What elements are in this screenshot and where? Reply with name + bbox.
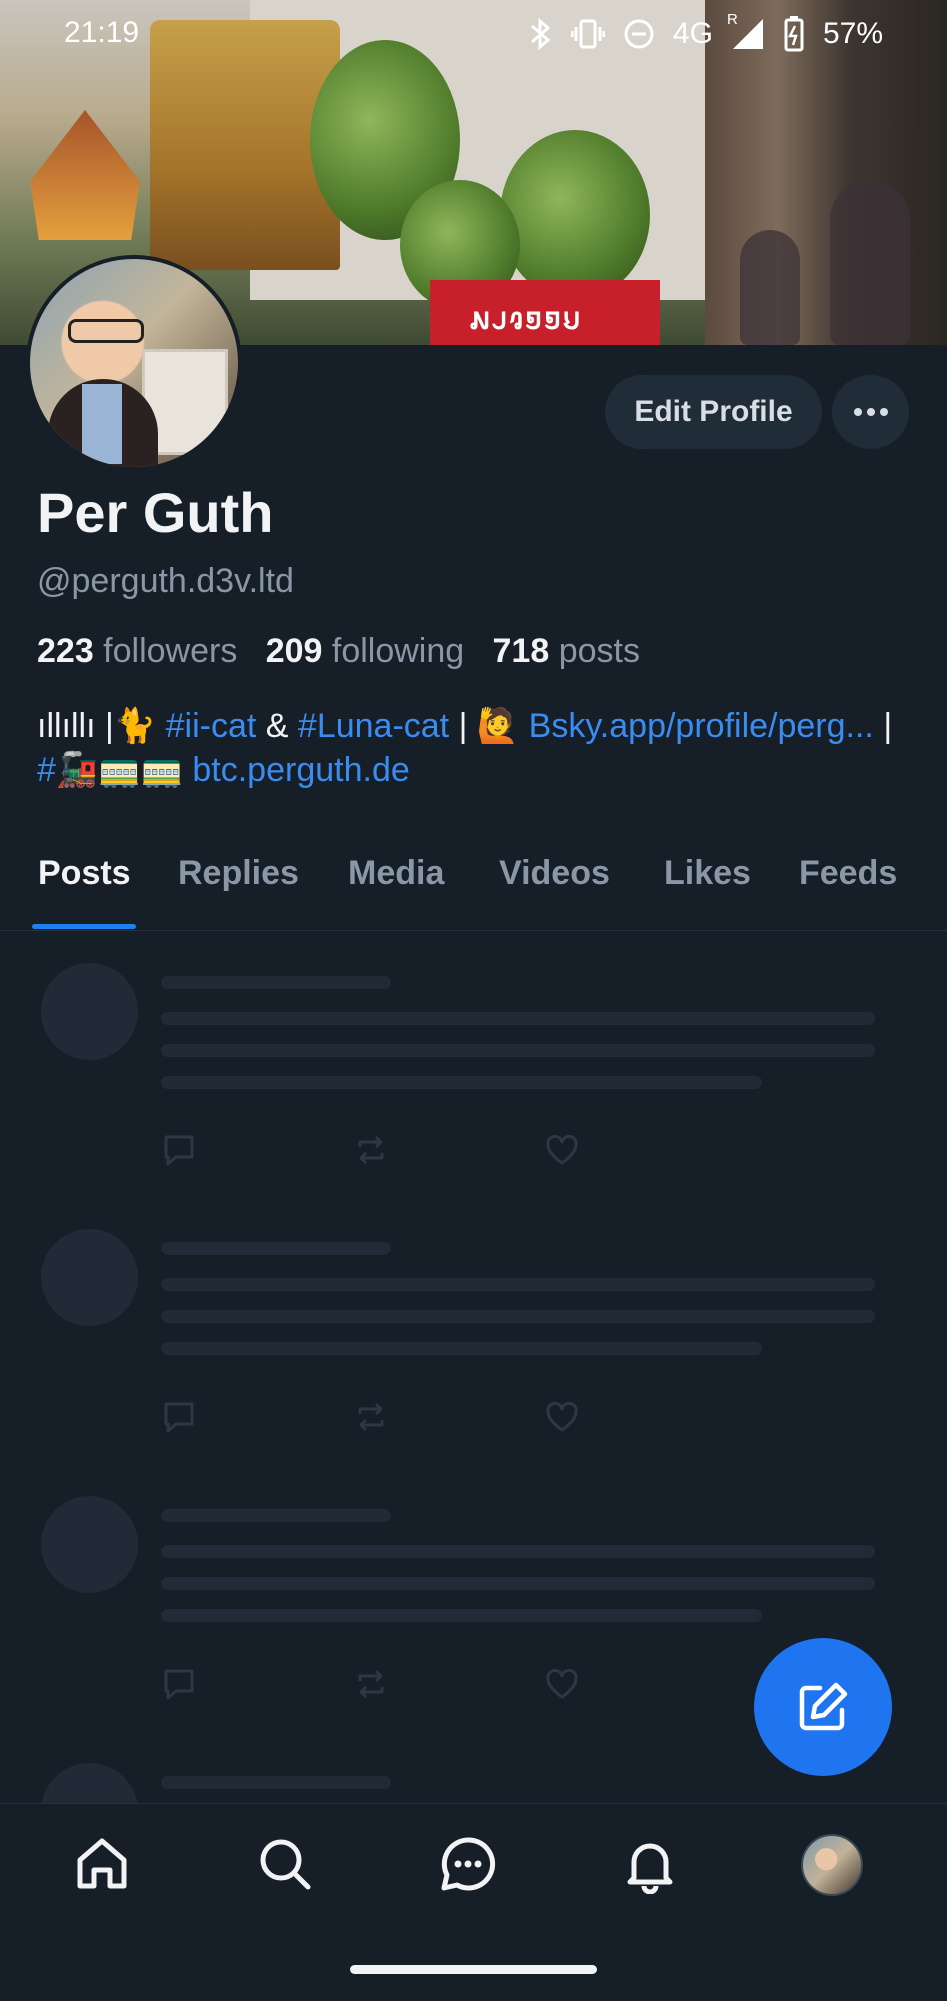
- tab-videos[interactable]: Videos: [499, 854, 610, 893]
- display-name: Per Guth: [37, 481, 274, 544]
- banner-sign: ทางออก: [430, 280, 660, 345]
- posts-count: 718: [492, 632, 550, 670]
- skeleton-avatar: [41, 1763, 138, 1803]
- followers-link[interactable]: 223 followers: [37, 632, 237, 670]
- following-link[interactable]: 209 following: [266, 632, 464, 670]
- bio-link-btc[interactable]: btc.perguth.de: [192, 751, 409, 789]
- bio-text: |: [873, 707, 893, 745]
- heart-icon: [546, 1668, 578, 1699]
- tab-feeds[interactable]: Feeds: [799, 854, 897, 893]
- edit-profile-button[interactable]: Edit Profile: [605, 375, 822, 449]
- tab-media[interactable]: Media: [348, 854, 444, 893]
- post-skeleton: [0, 1228, 947, 1496]
- profile-avatar[interactable]: [26, 255, 242, 471]
- skeleton-line: [161, 1342, 762, 1355]
- home-indicator[interactable]: [350, 1965, 597, 1974]
- skeleton-avatar: [41, 1496, 138, 1593]
- status-bar: 21:19 4G R 57%: [0, 0, 947, 66]
- bio-text: &: [256, 707, 298, 745]
- skeleton-line: [161, 1609, 762, 1622]
- followers-count: 223: [37, 632, 94, 670]
- battery-icon: [784, 16, 804, 52]
- bio-text: | 🙋: [449, 707, 529, 745]
- heart-icon: [546, 1401, 578, 1432]
- tab-replies[interactable]: Replies: [178, 854, 299, 893]
- signal-icon: R: [727, 11, 765, 51]
- following-count: 209: [265, 632, 323, 670]
- do-not-disturb-icon: [624, 19, 654, 49]
- bluetooth-icon: [530, 17, 551, 51]
- profile-tabs: Posts Replies Media Videos Likes Feeds: [0, 820, 947, 931]
- more-options-button[interactable]: [832, 375, 909, 449]
- skeleton-line: [161, 976, 391, 989]
- more-horizontal-icon: [853, 408, 888, 416]
- roaming-indicator: R: [726, 11, 738, 28]
- compose-button[interactable]: [754, 1638, 892, 1776]
- vibrate-icon: [570, 19, 605, 49]
- repost-icon: [358, 1669, 384, 1699]
- skeleton-avatar: [41, 1229, 138, 1326]
- network-type: 4G: [672, 17, 713, 50]
- bio-text: ıllıllı |🐈: [37, 707, 166, 745]
- skeleton-line: [161, 1545, 875, 1558]
- status-time: 21:19: [64, 16, 140, 49]
- battery-level: 57%: [822, 17, 883, 50]
- skeleton-line: [161, 1242, 391, 1255]
- following-label: following: [322, 632, 465, 670]
- active-tab-indicator: [32, 924, 136, 929]
- profile-bio: ıllıllı |🐈 #ii-cat & #Luna-cat | 🙋 Bsky.…: [37, 704, 917, 792]
- nav-profile-avatar[interactable]: [801, 1834, 863, 1896]
- skeleton-line: [161, 1509, 391, 1522]
- search-icon[interactable]: [255, 1834, 315, 1894]
- chat-icon[interactable]: [438, 1834, 498, 1894]
- skeleton-line: [161, 1044, 875, 1057]
- tab-likes[interactable]: Likes: [664, 854, 751, 893]
- post-skeleton: [0, 960, 947, 1228]
- skeleton-line: [161, 1776, 391, 1789]
- bio-hashtag-train[interactable]: #🚂🚃🚃: [37, 751, 183, 789]
- skeleton-line: [161, 1076, 762, 1089]
- skeleton-line: [161, 1278, 875, 1291]
- bio-link-bsky-profile[interactable]: Bsky.app/profile/perg...: [529, 707, 874, 745]
- skeleton-line: [161, 1577, 875, 1590]
- reply-icon: [164, 1402, 194, 1433]
- tab-posts[interactable]: Posts: [38, 854, 131, 893]
- heart-icon: [546, 1134, 578, 1165]
- bio-hashtag-luna-cat[interactable]: #Luna-cat: [298, 707, 449, 745]
- bell-icon[interactable]: [620, 1834, 680, 1894]
- reply-icon: [164, 1669, 194, 1700]
- followers-label: followers: [93, 632, 238, 670]
- repost-icon: [358, 1402, 384, 1432]
- profile-stats: 223 followers 209 following 718 posts: [37, 632, 640, 671]
- banner-sign-text: ทางออก: [470, 305, 582, 338]
- home-icon[interactable]: [72, 1834, 132, 1894]
- reply-icon: [164, 1135, 194, 1166]
- posts-count-label: 718 posts: [493, 632, 640, 670]
- skeleton-avatar: [41, 963, 138, 1060]
- bio-text: [183, 751, 192, 789]
- profile-handle: @perguth.d3v.ltd: [37, 562, 294, 600]
- posts-label: posts: [549, 632, 640, 670]
- skeleton-line: [161, 1012, 875, 1025]
- compose-icon: [799, 1682, 848, 1731]
- repost-icon: [358, 1135, 384, 1165]
- bio-hashtag-ii-cat[interactable]: #ii-cat: [166, 707, 257, 745]
- skeleton-line: [161, 1310, 875, 1323]
